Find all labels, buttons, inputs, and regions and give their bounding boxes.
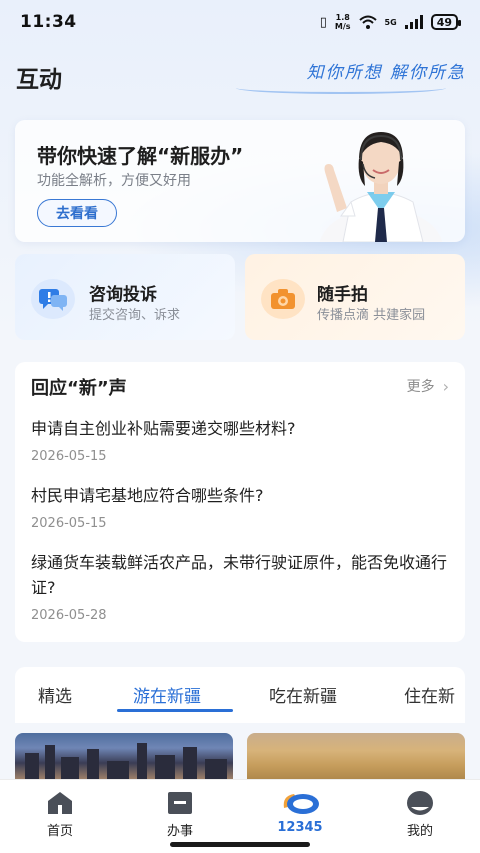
consult-complaint-card[interactable]: 咨询投诉 提交咨询、诉求 — [15, 254, 235, 340]
tab-featured[interactable]: 精选 — [38, 682, 72, 707]
slogan-underline — [236, 82, 446, 94]
tasks-icon — [168, 792, 192, 814]
snapshot-title: 随手拍 — [317, 285, 368, 305]
wifi-icon — [358, 15, 377, 29]
hotline-icon — [283, 794, 319, 814]
response-question: 申请自主创业补贴需要递交哪些材料? — [31, 419, 296, 438]
response-date: 2026-05-15 — [31, 449, 107, 464]
more-link[interactable]: 更多 › — [407, 376, 449, 396]
profile-icon — [407, 791, 433, 815]
home-icon — [48, 792, 72, 814]
battery-level: 49 — [436, 15, 452, 29]
signal-icon — [404, 15, 423, 29]
responses-section: 回应“新”声 更多 › 申请自主创业补贴需要递交哪些材料? 2026-05-15… — [15, 362, 465, 642]
nav-home[interactable]: 首页 — [20, 790, 100, 839]
response-question: 绿通货车装载鲜活农产品，未带行驶证原件，能否免收通行证? — [31, 553, 448, 597]
tab-travel[interactable]: 游在新疆 — [133, 682, 201, 707]
response-item[interactable]: 申请自主创业补贴需要递交哪些材料? 2026-05-15 — [31, 416, 451, 464]
tab-stay[interactable]: 住在新 — [404, 682, 455, 707]
active-tab-indicator — [117, 709, 233, 712]
status-indicators: ▯ 1.8 M/s 5G 49 — [319, 13, 462, 31]
snapshot-subtitle: 传播点滴 共建家园 — [317, 308, 426, 323]
vibrate-icon: ▯ — [319, 14, 327, 30]
status-bar: 11:34 ▯ 1.8 M/s 5G 49 — [0, 0, 480, 44]
net-speed: 1.8 M/s — [335, 13, 351, 31]
chat-icon — [31, 279, 75, 319]
page-header: 互动 知你所想 解你所急 — [16, 58, 466, 94]
view-button[interactable]: 去看看 — [37, 199, 117, 227]
more-label: 更多 — [406, 379, 435, 395]
page-title: 互动 — [16, 67, 62, 93]
consult-complaint-subtitle: 提交咨询、诉求 — [89, 308, 181, 323]
banner-subtitle: 功能全解析，方便又好用 — [37, 173, 191, 189]
service-agent-illustration — [319, 132, 443, 242]
chevron-right-icon: › — [442, 376, 449, 396]
response-item[interactable]: 村民申请宅基地应符合哪些条件? 2026-05-15 — [31, 483, 451, 531]
nav-tasks[interactable]: 办事 — [140, 790, 220, 839]
nav-hotline[interactable]: 12345 — [260, 790, 340, 835]
slogan: 知你所想 解你所急 — [306, 63, 466, 83]
responses-title: 回应“新”声 — [31, 378, 127, 399]
status-time: 11:34 — [20, 12, 77, 32]
nav-profile-label: 我的 — [406, 824, 433, 839]
response-question: 村民申请宅基地应符合哪些条件? — [31, 486, 264, 505]
response-item[interactable]: 绿通货车装载鲜活农产品，未带行驶证原件，能否免收通行证? 2026-05-28 — [31, 550, 451, 623]
response-date: 2026-05-28 — [31, 608, 107, 623]
response-date: 2026-05-15 — [31, 516, 107, 531]
camera-icon — [261, 279, 305, 319]
home-indicator — [170, 842, 310, 847]
net-speed-value: 1.8 — [335, 13, 350, 22]
nav-home-label: 首页 — [46, 824, 73, 839]
tab-food[interactable]: 吃在新疆 — [269, 682, 337, 707]
snapshot-card[interactable]: 随手拍 传播点滴 共建家园 — [245, 254, 465, 340]
nav-tasks-label: 办事 — [166, 824, 193, 839]
nav-profile[interactable]: 我的 — [380, 790, 460, 839]
battery-icon: 49 — [430, 14, 462, 30]
grassland-photo[interactable] — [247, 733, 465, 783]
intro-banner[interactable]: 带你快速了解“新服办” 功能全解析，方便又好用 去看看 — [15, 120, 465, 242]
net-speed-unit: M/s — [334, 22, 351, 31]
nav-hotline-label: 12345 — [277, 820, 323, 835]
category-tabs: 精选 游在新疆 吃在新疆 住在新 — [15, 667, 465, 723]
consult-complaint-title: 咨询投诉 — [89, 285, 157, 305]
banner-title: 带你快速了解“新服办” — [37, 144, 244, 168]
city-photo[interactable] — [15, 733, 233, 783]
network-type: 5G — [384, 17, 397, 27]
